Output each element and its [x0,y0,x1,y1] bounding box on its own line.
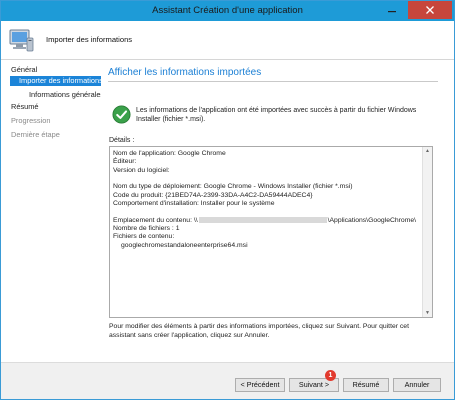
sidebar-item-general-info[interactable]: Informations générales [29,90,101,99]
cancel-button[interactable]: Annuler [393,378,441,392]
summary-button[interactable]: Résumé [343,378,389,392]
success-check-icon [112,105,131,124]
close-icon [426,6,434,14]
import-success-message: Les informations de l'application ont ét… [136,107,417,123]
step-marker-badge: 1 [325,370,336,381]
detail-file-count: Nombre de fichiers : 1 [113,225,180,233]
detail-product-code: Code du produit: {21BED74A-2399-33DA-A4C… [113,191,313,199]
minimize-button[interactable] [380,1,404,19]
details-scrollbar[interactable]: ▲ ▼ [422,147,432,317]
detail-deployment-type: Nom du type de déploiement: Google Chrom… [113,183,353,191]
section-title: Afficher les informations importées [108,67,262,78]
detail-version: Version du logiciel: [113,166,170,174]
sidebar-item-label: Général [11,65,38,74]
wizard-window: Assistant Création d'une application Imp… [0,0,455,400]
title-bar[interactable]: Assistant Création d'une application [1,1,454,21]
instructions-text: Pour modifier des éléments à partir des … [109,323,409,339]
detail-install-behavior: Comportement d'installation: Installer p… [113,200,275,208]
details-label: Détails : [109,137,135,144]
sidebar-item-summary[interactable]: Résumé [11,102,39,111]
button-bar: < Précédent Suivant > 1 Résumé Annuler [1,362,454,399]
detail-app-name: Nom de l'application: Google Chrome [113,150,226,157]
sidebar-item-general[interactable]: Général [11,65,37,74]
header-title: Importer des informations [46,35,133,44]
sidebar-item-progress: Progression [11,116,50,125]
sidebar-item-last-step: Dernière étape [11,130,60,139]
sidebar-item-label: Progression [11,116,51,125]
main-content: Afficher les informations importées Les … [101,60,444,362]
content-location-prefix: Emplacement du contenu: \\ [113,216,198,224]
detail-file-name: googlechromestandaloneenterprise64.msi [121,241,248,249]
scroll-down-icon[interactable]: ▼ [423,310,432,316]
detail-content-location: Emplacement du contenu: \\ \Applications\… [113,217,420,225]
details-textbox[interactable]: Nom de l'application: Google Chrome Édit… [109,146,433,318]
wizard-header: Importer des informations [1,21,454,60]
sidebar-item-label: Informations générales [29,90,101,99]
sidebar-item-label: Résumé [11,102,39,111]
minimize-icon [388,11,396,13]
detail-content-files: Fichiers de contenu: [113,233,175,241]
sidebar-item-import[interactable]: Importer des informations [10,76,101,86]
previous-button[interactable]: < Précédent [235,378,285,392]
detail-publisher: Éditeur: [113,158,137,166]
section-divider [108,81,438,82]
computer-icon [9,29,34,52]
redacted-server-path [198,216,327,223]
sidebar-item-label: Dernière étape [11,130,60,139]
close-button[interactable] [408,1,452,19]
scroll-up-icon[interactable]: ▲ [423,148,432,154]
wizard-sidebar: Général Importer des informations Inform… [1,60,101,362]
content-location-suffix: \Applications\GoogleChrome\ [327,216,417,224]
sidebar-item-label: Importer des informations [19,76,101,85]
